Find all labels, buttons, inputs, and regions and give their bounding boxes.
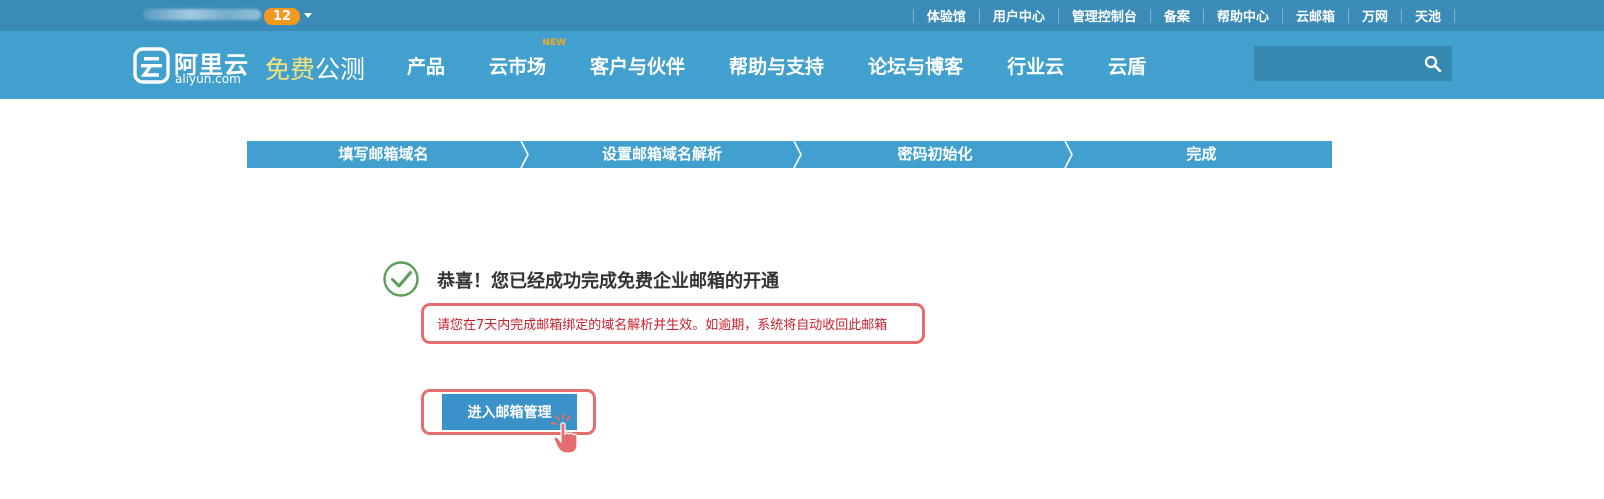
nav-item-industry-cloud[interactable]: 行业云 (985, 52, 1086, 79)
nav-item-forum-blog[interactable]: 论坛与博客 (846, 52, 985, 79)
logo-icon[interactable] (133, 47, 170, 84)
nav-item-customers-partners[interactable]: 客户与伙伴 (568, 52, 707, 79)
utility-links: 体验馆 用户中心 管理控制台 备案 帮助中心 云邮箱 万网 天池 (912, 0, 1455, 31)
logo-domain: aliyun.com (175, 72, 241, 86)
check-circle-icon (383, 261, 419, 297)
link-icp-filing[interactable]: 备案 (1151, 6, 1203, 25)
success-title: 恭喜！您已经成功完成免费企业邮箱的开通 (437, 271, 779, 292)
link-console[interactable]: 管理控制台 (1059, 6, 1150, 25)
step-password-init: 密码初始化 (897, 145, 973, 163)
hand-cursor-icon (551, 414, 578, 454)
link-user-center[interactable]: 用户中心 (980, 6, 1058, 25)
link-experience-hall[interactable]: 体验馆 (914, 6, 979, 25)
caret-down-icon[interactable] (304, 13, 312, 18)
nav-menu: 产品 云市场 NEW 客户与伙伴 帮助与支持 论坛与博客 行业云 云盾 (385, 31, 1168, 99)
username-blurred[interactable] (143, 9, 261, 20)
step-fill-domain: 填写邮箱域名 (338, 145, 429, 163)
nav-item-label: 云市场 (489, 55, 547, 78)
nav-item-cloud-shield[interactable]: 云盾 (1086, 52, 1168, 79)
divider (1454, 8, 1455, 23)
progress-steps: 填写邮箱域名 设置邮箱域名解析 密码初始化 完成 (247, 141, 1332, 168)
step-dns-setup: 设置邮箱域名解析 (601, 145, 722, 163)
free-beta-label: 免费公测 (265, 50, 365, 86)
main-navbar: 阿里云 aliyun.com 免费公测 产品 云市场 NEW 客户与伙伴 帮助与… (0, 31, 1604, 99)
nav-item-help-support[interactable]: 帮助与支持 (707, 52, 846, 79)
dns-deadline-notice: 请您在7天内完成邮箱绑定的域名解析并生效。如逾期，系统将自动收回此邮箱 (437, 318, 888, 333)
beta-label: 公测 (315, 55, 366, 84)
top-utility-bar: 12 体验馆 用户中心 管理控制台 备案 帮助中心 云邮箱 万网 天池 (0, 0, 1604, 31)
nav-item-products[interactable]: 产品 (385, 52, 467, 79)
step-complete: 完成 (1186, 145, 1217, 163)
link-help-center[interactable]: 帮助中心 (1204, 6, 1282, 25)
link-tianchi[interactable]: 天池 (1402, 6, 1454, 25)
link-cloud-mail[interactable]: 云邮箱 (1283, 6, 1348, 25)
free-label: 免费 (265, 55, 316, 84)
nav-item-marketplace[interactable]: 云市场 NEW (467, 38, 568, 79)
message-count-badge[interactable]: 12 (264, 8, 300, 25)
search-icon[interactable] (1424, 55, 1442, 73)
new-badge: NEW (542, 37, 567, 48)
link-wanwang[interactable]: 万网 (1349, 6, 1401, 25)
search-input[interactable] (1254, 46, 1452, 81)
